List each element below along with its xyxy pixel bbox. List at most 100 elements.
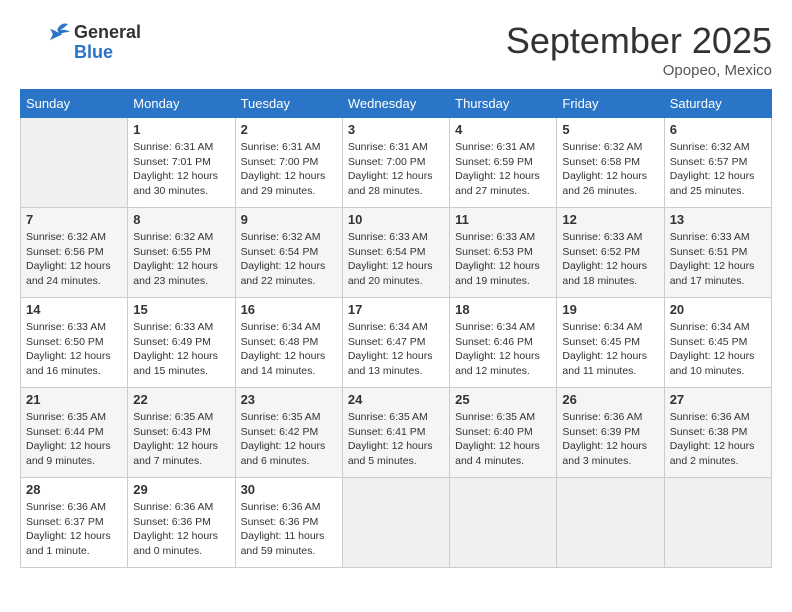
day-info: Sunrise: 6:33 AMSunset: 6:52 PMDaylight:… (562, 230, 658, 289)
day-number: 13 (670, 212, 766, 227)
day-info: Sunrise: 6:34 AMSunset: 6:47 PMDaylight:… (348, 320, 444, 379)
calendar-cell: 25Sunrise: 6:35 AMSunset: 6:40 PMDayligh… (450, 388, 557, 478)
day-info: Sunrise: 6:33 AMSunset: 6:54 PMDaylight:… (348, 230, 444, 289)
weekday-header-tuesday: Tuesday (235, 90, 342, 118)
day-number: 7 (26, 212, 122, 227)
calendar-cell: 6 Sunrise: 6:32 AMSunset: 6:57 PMDaylight… (664, 118, 771, 208)
day-number: 24 (348, 392, 444, 407)
day-number: 29 (133, 482, 229, 497)
day-number: 22 (133, 392, 229, 407)
day-number: 9 (241, 212, 337, 227)
day-info: Sunrise: 6:32 AMSunset: 6:58 PMDaylight:… (562, 140, 658, 199)
calendar-week-row: 21 Sunrise: 6:35 AMSunset: 6:44 PMDayligh… (21, 388, 772, 478)
day-number: 25 (455, 392, 551, 407)
day-info: Sunrise: 6:31 AMSunset: 7:01 PMDaylight:… (133, 140, 229, 199)
day-info: Sunrise: 6:33 AMSunset: 6:49 PMDaylight:… (133, 320, 229, 379)
calendar-cell: 4Sunrise: 6:31 AMSunset: 6:59 PMDaylight… (450, 118, 557, 208)
calendar-cell: 17 Sunrise: 6:34 AMSunset: 6:47 PMDayligh… (342, 298, 449, 388)
month-title: September 2025 (506, 20, 772, 62)
calendar-cell: 22 Sunrise: 6:35 AMSunset: 6:43 PMDayligh… (128, 388, 235, 478)
day-number: 15 (133, 302, 229, 317)
calendar-week-row: 14 Sunrise: 6:33 AMSunset: 6:50 PMDayligh… (21, 298, 772, 388)
calendar-cell: 8 Sunrise: 6:32 AMSunset: 6:55 PMDaylight… (128, 208, 235, 298)
day-info: Sunrise: 6:36 AMSunset: 6:39 PMDaylight:… (562, 410, 658, 469)
day-number: 4 (455, 122, 551, 137)
day-info: Sunrise: 6:35 AMSunset: 6:42 PMDaylight:… (241, 410, 337, 469)
day-number: 10 (348, 212, 444, 227)
day-info: Sunrise: 6:32 AMSunset: 6:57 PMDaylight:… (670, 140, 766, 199)
logo-general: General (74, 22, 141, 42)
day-number: 12 (562, 212, 658, 227)
weekday-header-friday: Friday (557, 90, 664, 118)
calendar-table: SundayMondayTuesdayWednesdayThursdayFrid… (20, 89, 772, 568)
day-number: 21 (26, 392, 122, 407)
day-info: Sunrise: 6:34 AMSunset: 6:48 PMDaylight:… (241, 320, 337, 379)
day-number: 26 (562, 392, 658, 407)
day-number: 20 (670, 302, 766, 317)
day-number: 3 (348, 122, 444, 137)
day-info: Sunrise: 6:35 AMSunset: 6:43 PMDaylight:… (133, 410, 229, 469)
calendar-cell: 21 Sunrise: 6:35 AMSunset: 6:44 PMDayligh… (21, 388, 128, 478)
day-info: Sunrise: 6:31 AMSunset: 7:00 PMDaylight:… (241, 140, 337, 199)
calendar-cell: 9Sunrise: 6:32 AMSunset: 6:54 PMDaylight… (235, 208, 342, 298)
day-info: Sunrise: 6:34 AMSunset: 6:45 PMDaylight:… (562, 320, 658, 379)
day-number: 23 (241, 392, 337, 407)
weekday-header-saturday: Saturday (664, 90, 771, 118)
page-header: ➤ ▲ General Blue September 2025 Opopeo, … (20, 20, 772, 79)
day-number: 16 (241, 302, 337, 317)
day-info: Sunrise: 6:33 AMSunset: 6:51 PMDaylight:… (670, 230, 766, 289)
calendar-cell: 20 Sunrise: 6:34 AMSunset: 6:45 PMDayligh… (664, 298, 771, 388)
day-info: Sunrise: 6:36 AMSunset: 6:36 PMDaylight:… (241, 500, 337, 559)
day-info: Sunrise: 6:34 AMSunset: 6:45 PMDaylight:… (670, 320, 766, 379)
calendar-cell: 3 Sunrise: 6:31 AMSunset: 7:00 PMDaylight… (342, 118, 449, 208)
calendar-cell (664, 478, 771, 568)
location-subtitle: Opopeo, Mexico (506, 62, 772, 79)
calendar-cell: 27 Sunrise: 6:36 AMSunset: 6:38 PMDayligh… (664, 388, 771, 478)
day-number: 27 (670, 392, 766, 407)
calendar-week-row: 28Sunrise: 6:36 AMSunset: 6:37 PMDayligh… (21, 478, 772, 568)
calendar-cell (557, 478, 664, 568)
calendar-cell: 5 Sunrise: 6:32 AMSunset: 6:58 PMDaylight… (557, 118, 664, 208)
day-number: 19 (562, 302, 658, 317)
day-number: 14 (26, 302, 122, 317)
calendar-cell: 28Sunrise: 6:36 AMSunset: 6:37 PMDayligh… (21, 478, 128, 568)
day-number: 6 (670, 122, 766, 137)
day-info: Sunrise: 6:32 AMSunset: 6:55 PMDaylight:… (133, 230, 229, 289)
calendar-cell: 16 Sunrise: 6:34 AMSunset: 6:48 PMDayligh… (235, 298, 342, 388)
weekday-header-thursday: Thursday (450, 90, 557, 118)
calendar-cell: 7 Sunrise: 6:32 AMSunset: 6:56 PMDaylight… (21, 208, 128, 298)
calendar-cell (21, 118, 128, 208)
calendar-cell (342, 478, 449, 568)
calendar-cell: 24Sunrise: 6:35 AMSunset: 6:41 PMDayligh… (342, 388, 449, 478)
day-info: Sunrise: 6:36 AMSunset: 6:36 PMDaylight:… (133, 500, 229, 559)
calendar-cell: 29 Sunrise: 6:36 AMSunset: 6:36 PMDayligh… (128, 478, 235, 568)
calendar-cell (450, 478, 557, 568)
day-number: 17 (348, 302, 444, 317)
weekday-header-monday: Monday (128, 90, 235, 118)
day-number: 5 (562, 122, 658, 137)
calendar-cell: 12 Sunrise: 6:33 AMSunset: 6:52 PMDayligh… (557, 208, 664, 298)
day-info: Sunrise: 6:32 AMSunset: 6:56 PMDaylight:… (26, 230, 122, 289)
calendar-cell: 23 Sunrise: 6:35 AMSunset: 6:42 PMDayligh… (235, 388, 342, 478)
calendar-cell: 30 Sunrise: 6:36 AMSunset: 6:36 PMDayligh… (235, 478, 342, 568)
logo: ➤ ▲ General Blue (20, 20, 141, 65)
title-area: September 2025 Opopeo, Mexico (506, 20, 772, 79)
day-number: 28 (26, 482, 122, 497)
day-info: Sunrise: 6:34 AMSunset: 6:46 PMDaylight:… (455, 320, 551, 379)
weekday-header-wednesday: Wednesday (342, 90, 449, 118)
weekday-header-sunday: Sunday (21, 90, 128, 118)
calendar-cell: 11Sunrise: 6:33 AMSunset: 6:53 PMDayligh… (450, 208, 557, 298)
day-info: Sunrise: 6:36 AMSunset: 6:38 PMDaylight:… (670, 410, 766, 469)
day-number: 30 (241, 482, 337, 497)
calendar-cell: 1 Sunrise: 6:31 AMSunset: 7:01 PMDaylight… (128, 118, 235, 208)
calendar-cell: 19 Sunrise: 6:34 AMSunset: 6:45 PMDayligh… (557, 298, 664, 388)
day-info: Sunrise: 6:35 AMSunset: 6:44 PMDaylight:… (26, 410, 122, 469)
calendar-week-row: 7 Sunrise: 6:32 AMSunset: 6:56 PMDaylight… (21, 208, 772, 298)
day-number: 1 (133, 122, 229, 137)
day-info: Sunrise: 6:33 AMSunset: 6:53 PMDaylight:… (455, 230, 551, 289)
calendar-week-row: 1 Sunrise: 6:31 AMSunset: 7:01 PMDaylight… (21, 118, 772, 208)
calendar-cell: 13 Sunrise: 6:33 AMSunset: 6:51 PMDayligh… (664, 208, 771, 298)
day-info: Sunrise: 6:31 AMSunset: 7:00 PMDaylight:… (348, 140, 444, 199)
day-number: 8 (133, 212, 229, 227)
day-info: Sunrise: 6:33 AMSunset: 6:50 PMDaylight:… (26, 320, 122, 379)
